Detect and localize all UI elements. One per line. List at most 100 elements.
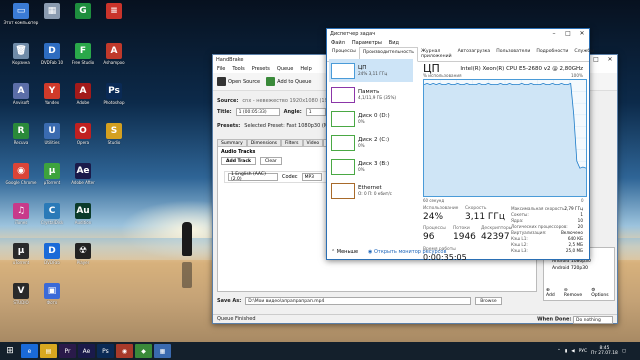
menu-file[interactable]: Файл [331, 40, 345, 46]
close-icon[interactable]: ✕ [603, 55, 617, 65]
desktop-icon[interactable]: ≡ [94, 3, 134, 20]
app-icon: A [75, 83, 91, 99]
app-icon: C [44, 203, 60, 219]
title-select[interactable]: 1 (00:05:33) [235, 108, 280, 116]
title-label: Title: [217, 109, 232, 115]
cpu-detail-value: 25,0 МБ [565, 248, 583, 253]
language-indicator[interactable]: РУС [579, 349, 587, 354]
app-icon: G [75, 3, 91, 19]
perf-item-sub: 24% 3,11 ГГц [358, 71, 388, 76]
taskbar-app-icon[interactable]: Pr [59, 344, 76, 358]
menu-presets[interactable]: Presets [252, 66, 270, 72]
menu-queue[interactable]: Queue [277, 66, 293, 72]
angle-select[interactable]: 1 [305, 108, 326, 116]
perf-item-text: Диск 2 (C:) 0% [358, 137, 389, 148]
track-select[interactable]: 1 English (AAC) (2.0) [228, 172, 278, 182]
network-icon[interactable]: ▮ [565, 349, 567, 354]
taskbar-app-icon[interactable]: ◉ [116, 344, 133, 358]
perf-item[interactable]: Диск 3 (B:) 0% [329, 155, 413, 178]
add-to-queue-button[interactable]: Add to Queue [266, 77, 311, 86]
preset-remove-button[interactable]: ⊖ Remove [564, 288, 587, 298]
desktop-icon[interactable]: Au Audition [63, 203, 103, 225]
taskbar-app-icon[interactable]: Ae [78, 344, 95, 358]
start-button[interactable]: ⊞ [0, 342, 20, 360]
perf-mini-graph [331, 86, 355, 103]
menu-options[interactable]: Параметры [352, 40, 382, 46]
menu-tools[interactable]: Tools [232, 66, 244, 72]
perf-item[interactable]: ЦП 24% 3,11 ГГц [329, 59, 413, 82]
maximize-icon[interactable]: □ [561, 29, 575, 39]
taskmgr-titlebar[interactable]: Диспетчер задач – □ ✕ [327, 29, 589, 39]
preset-options-label: Options [591, 293, 609, 298]
taskbar: ⊞ e ▤ Pr Ae Ps ◉ ◆ ▦ ⌃ ▮ ◀ РУС 8:45 Пт 27.07.18… [0, 342, 640, 360]
volume-icon[interactable]: ◀ [571, 349, 574, 354]
taskbar-app-icon[interactable]: ▤ [40, 344, 57, 358]
title-row: Title: 1 (00:05:33) Angle: 1 [217, 108, 326, 116]
speed-value: 3,11 ГГц [465, 212, 506, 222]
perf-item[interactable]: Ethernet О: 0 П: 0 кбит/с [329, 179, 413, 202]
preset-remove-label: Remove [563, 293, 583, 298]
util-label: Использование [423, 206, 459, 211]
preset-android-720[interactable]: Android 720p30 [544, 265, 614, 272]
handbrake-statusbar: Queue Finished When Done: Do nothing [213, 314, 617, 324]
perf-item[interactable]: Диск 2 (C:) 0% [329, 131, 413, 154]
app-icon: Y [44, 83, 60, 99]
add-queue-icon [266, 77, 276, 86]
taskbar-app-icon[interactable]: ▦ [154, 344, 171, 358]
preset-add-label: Add [546, 293, 555, 298]
desktop-icon[interactable]: Ps Photoshop [94, 83, 134, 105]
taskmgr-title: Диспетчер задач [330, 31, 376, 37]
notifications-icon[interactable]: ▢ [622, 349, 626, 354]
menu-file[interactable]: File [217, 66, 225, 72]
add-track-button[interactable]: Add Track [221, 157, 256, 165]
desktop-icon-label: Audition [74, 220, 92, 225]
codec-select[interactable]: MP3 [301, 173, 322, 181]
resource-monitor-label: Открыть монитор ресурсов [374, 249, 447, 255]
desktop-icon[interactable]: ☢ Player [63, 243, 103, 265]
desktop-icon-label: Studio [107, 140, 121, 145]
desktop-icon-label: Photoshop [103, 100, 125, 105]
perf-item-text: Диск 3 (B:) 0% [358, 161, 389, 172]
handles-value: 42397 [481, 232, 510, 242]
taskbar-app-icon[interactable]: Ps [97, 344, 114, 358]
perf-item[interactable]: Память 4,1/11,9 ГБ (35%) [329, 83, 413, 106]
preset-options-button[interactable]: ⚙ Options [591, 288, 614, 298]
cpu-pane: ЦП Intel(R) Xeon(R) CPU E5-2680 v2 @ 2,8… [419, 59, 587, 262]
taskbar-app-icon[interactable]: e [21, 344, 38, 358]
cpu-usage-graph [423, 79, 587, 197]
desktop-icon[interactable]: Ae Adobe After [63, 163, 103, 185]
menu-view[interactable]: Вид [389, 40, 399, 46]
desktop-icon[interactable]: A Ashampoo [94, 43, 134, 65]
tray-arrow-icon[interactable]: ⌃ [557, 349, 561, 354]
minimize-icon[interactable]: – [547, 29, 561, 39]
perf-item[interactable]: Диск 0 (D:) 0% [329, 107, 413, 130]
perf-mini-graph [331, 134, 355, 151]
task-manager-window[interactable]: Диспетчер задач – □ ✕ Файл Параметры Вид… [326, 28, 594, 262]
clear-button[interactable]: Clear [259, 157, 282, 165]
menu-help[interactable]: Help [300, 66, 311, 72]
open-source-button[interactable]: Open Source [217, 77, 260, 86]
clock-date: Пт 27.07.18 [591, 351, 618, 356]
handles-label: Дескрипторы [481, 226, 513, 231]
save-as-field[interactable]: D:\Мои видео\апрапрапрап.mp4 [245, 297, 472, 305]
clock[interactable]: 8:45 Пт 27.07.18 [591, 346, 618, 357]
desktop-icon-label: Этот компьютер [3, 20, 39, 25]
when-done-select[interactable]: Do nothing [573, 316, 613, 324]
close-icon[interactable]: ✕ [575, 29, 589, 39]
resource-monitor-link[interactable]: ◉ Открыть монитор ресурсов [368, 249, 446, 255]
app-icon: S [106, 123, 122, 139]
perf-item-sub: О: 0 П: 0 кбит/с [358, 191, 392, 196]
perf-item-text: Память 4,1/11,9 ГБ (35%) [358, 89, 396, 100]
fewer-details-button[interactable]: ⌃ Меньше [331, 249, 358, 255]
app-icon: µ [13, 243, 29, 259]
taskbar-app-icon[interactable]: ◆ [135, 344, 152, 358]
system-tray: ⌃ ▮ ◀ РУС 8:45 Пт 27.07.18 ▢ [557, 346, 640, 357]
open-source-label: Open Source [228, 78, 261, 85]
graph-label-left: % использования [423, 73, 462, 78]
graph-foot-right: 0 [581, 198, 584, 203]
browse-button[interactable]: Browse [475, 297, 502, 305]
desktop-icon[interactable]: ▣ Фото [32, 283, 72, 305]
preset-add-button[interactable]: ⊕ Add [546, 288, 560, 298]
desktop-icon[interactable]: S Studio [94, 123, 134, 145]
audio-buttons: Add Track Clear [221, 157, 282, 165]
